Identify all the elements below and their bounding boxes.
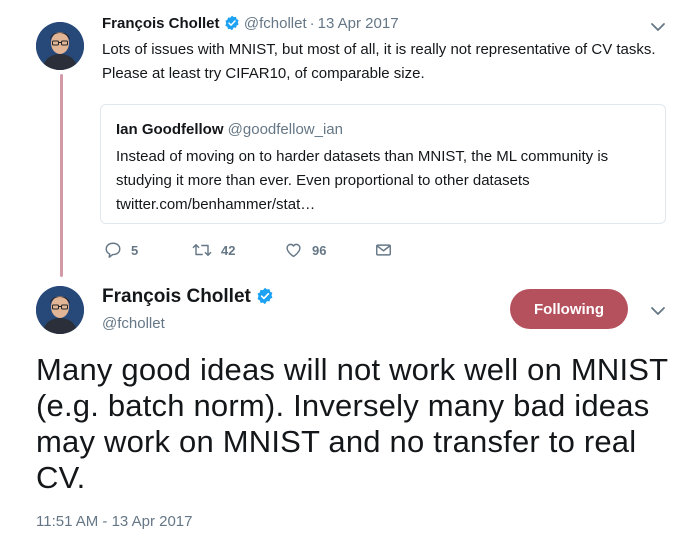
retweet-button[interactable]: 42 [192,238,235,262]
header-separator: · [309,15,315,32]
quoted-author-handle: @goodfellow_ian [227,121,343,138]
quoted-tweet-text: Instead of moving on to harder datasets … [116,148,609,213]
reply-tweet-header: François Chollet @fchollet · 13 Apr 2017 [102,15,399,32]
reply-count: 5 [131,242,139,258]
like-count: 96 [312,242,327,258]
main-tweet-text: Many good ideas will not work well on MN… [36,352,668,495]
reply-tweet-text: Lots of issues with MNIST, but most of a… [102,41,656,82]
quoted-tweet-header: Ian Goodfellow @goodfellow_ian [116,121,343,138]
retweet-icon [192,244,212,256]
author-name[interactable]: François Chollet [102,286,251,307]
reply-icon [105,242,121,258]
quoted-tweet-card[interactable]: Ian Goodfellow @goodfellow_ian Instead o… [100,104,666,224]
avatar[interactable] [36,286,84,334]
retweet-count: 42 [221,242,236,258]
author-name[interactable]: François Chollet [102,15,220,32]
tweet-timestamp[interactable]: 11:51 AM - 13 Apr 2017 [36,513,193,530]
author-handle[interactable]: @fchollet [102,315,165,332]
verified-badge-icon [225,15,239,31]
direct-message-button[interactable] [374,238,402,262]
thread-connector-line [60,74,63,277]
reply-button[interactable]: 5 [104,238,138,262]
chevron-down-icon[interactable] [649,18,667,36]
following-button[interactable]: Following [510,289,628,329]
avatar[interactable] [36,22,84,70]
quoted-author-name: Ian Goodfellow [116,121,224,138]
main-tweet-author: François Chollet [102,286,274,308]
envelope-icon [376,244,391,256]
like-button[interactable]: 96 [284,238,326,262]
heart-icon [286,243,301,258]
verified-badge-icon [257,287,273,305]
tweet-date[interactable]: 13 Apr 2017 [318,15,399,32]
author-handle[interactable]: @fchollet [244,15,307,32]
chevron-down-icon[interactable] [649,302,667,320]
